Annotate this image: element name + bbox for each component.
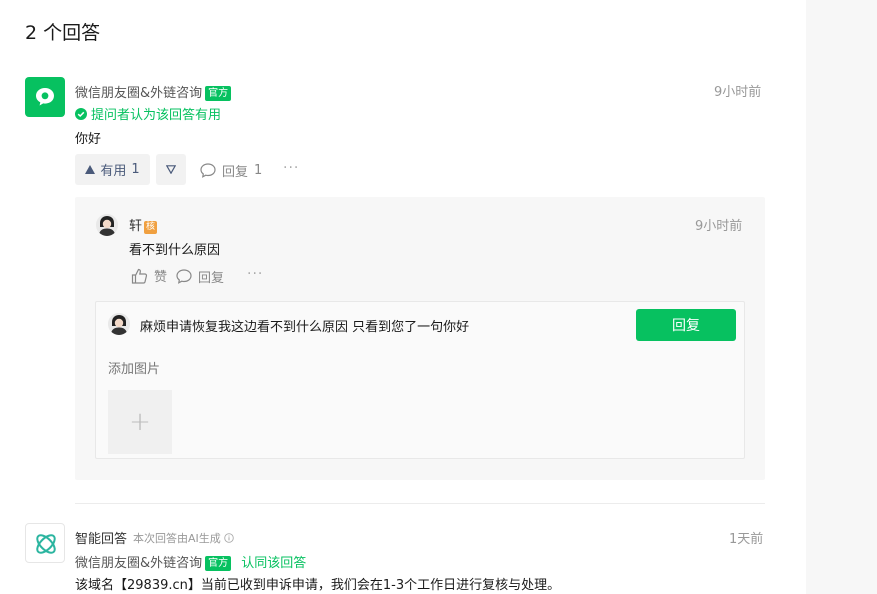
useful-button[interactable]: 有用 1 bbox=[75, 154, 150, 185]
comment-author-line: 轩核 bbox=[129, 215, 158, 234]
commenter-avatar[interactable] bbox=[96, 214, 118, 236]
person-avatar-icon bbox=[96, 214, 118, 236]
answer-more-button[interactable]: ··· bbox=[283, 160, 299, 176]
ai-author-title: 智能回答 bbox=[75, 532, 128, 547]
comment-time: 9小时前 bbox=[695, 219, 743, 234]
triangle-up-icon bbox=[85, 165, 96, 174]
answer-content: 你好 bbox=[75, 132, 102, 147]
add-image-label: 添加图片 bbox=[108, 362, 161, 377]
useful-count: 1 bbox=[131, 162, 140, 177]
answer-author[interactable]: 微信朋友圈&外链咨询 bbox=[75, 86, 202, 101]
answer-reply-action[interactable]: 回复 1 bbox=[200, 161, 262, 180]
answers-count: 2 个回答 bbox=[25, 22, 101, 44]
not-useful-button[interactable] bbox=[156, 154, 186, 185]
level-badge: 核 bbox=[144, 221, 158, 234]
chat-bubble-icon bbox=[36, 88, 54, 106]
comment-reply-label: 回复 bbox=[198, 271, 225, 286]
like-label: 赞 bbox=[154, 270, 168, 285]
reply-label: 回复 bbox=[222, 165, 249, 180]
official-avatar[interactable] bbox=[25, 77, 65, 117]
answer-divider bbox=[75, 503, 765, 504]
comment-more-button[interactable]: ··· bbox=[247, 266, 263, 282]
add-image-button[interactable]: + bbox=[108, 390, 172, 454]
answer-author-line: 微信朋友圈&外链咨询 官方 bbox=[75, 82, 232, 101]
triangle-down-icon bbox=[166, 165, 176, 174]
check-circle-icon bbox=[75, 107, 87, 120]
right-gutter bbox=[806, 0, 877, 594]
comment-content: 看不到什么原因 bbox=[129, 243, 221, 258]
ai-author-line: 智能回答 本次回答由AI生成 bbox=[75, 528, 234, 547]
current-user-avatar bbox=[108, 313, 130, 335]
ai-avatar bbox=[25, 523, 65, 563]
useful-label: 有用 bbox=[100, 164, 127, 179]
ai-note-text: 本次回答由AI生成 bbox=[133, 531, 221, 545]
plus-icon: + bbox=[129, 407, 151, 437]
thumbs-up-icon bbox=[131, 268, 148, 284]
official-badge: 官方 bbox=[205, 86, 232, 101]
comment-icon bbox=[200, 163, 216, 178]
submit-reply-button[interactable]: 回复 bbox=[636, 309, 736, 341]
ai-note: 本次回答由AI生成 bbox=[133, 530, 234, 546]
accepted-text: 提问者认为该回答有用 bbox=[91, 108, 222, 123]
ai-answer-content: 该域名【29839.cn】当前已收到申诉申请，我们会在1-3个工作日进行复核与处… bbox=[75, 578, 561, 593]
agree-text: 认同该回答 bbox=[241, 556, 307, 571]
official-badge: 官方 bbox=[205, 556, 232, 571]
ai-answer-time: 1天前 bbox=[729, 532, 764, 547]
ai-endorse-line: 微信朋友圈&外链咨询 官方 认同该回答 bbox=[75, 552, 306, 571]
person-avatar-icon bbox=[108, 313, 130, 335]
comment-reply-action[interactable]: 回复 bbox=[176, 267, 224, 286]
info-icon[interactable] bbox=[224, 532, 234, 543]
ai-orbit-icon bbox=[36, 534, 56, 554]
answer-time: 9小时前 bbox=[714, 85, 762, 100]
reply-input[interactable]: 麻烦申请恢复我这边看不到什么原因 只看到您了一句你好 bbox=[140, 316, 620, 335]
comment-author[interactable]: 轩 bbox=[129, 219, 142, 234]
comment-like-action[interactable]: 赞 bbox=[131, 266, 167, 285]
reply-count: 1 bbox=[254, 163, 263, 178]
comment-icon bbox=[176, 269, 192, 284]
accepted-note: 提问者认为该回答有用 bbox=[75, 104, 221, 123]
endorser-name[interactable]: 微信朋友圈&外链咨询 bbox=[75, 556, 202, 571]
